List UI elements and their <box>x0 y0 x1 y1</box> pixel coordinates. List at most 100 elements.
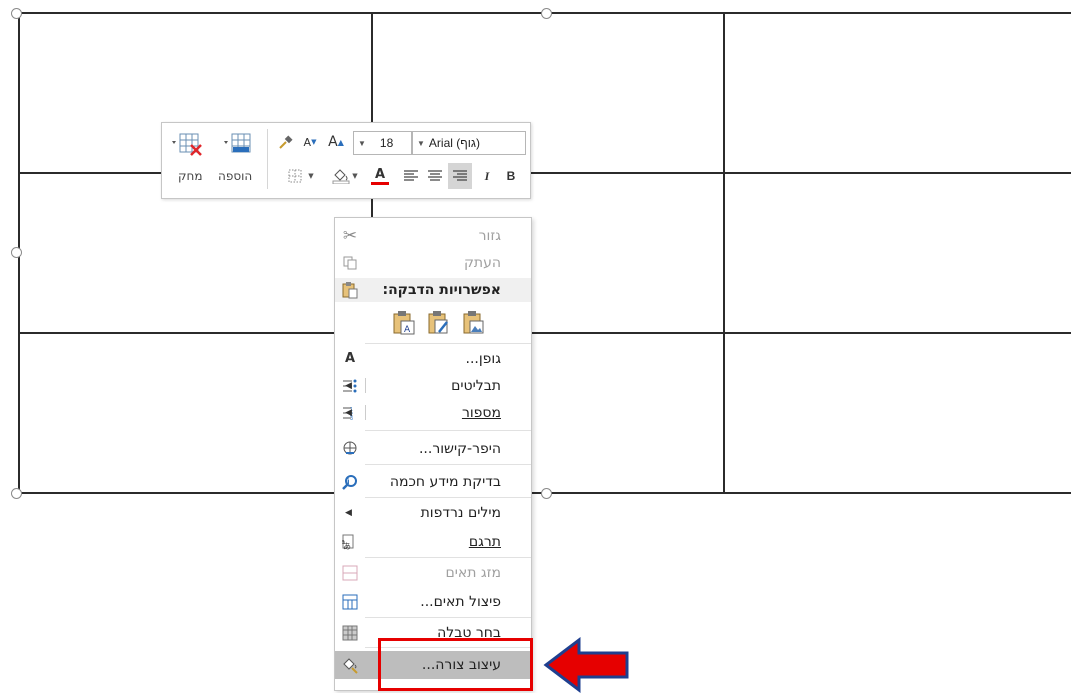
menu-item-synonyms-label: מילים נרדפות <box>420 504 501 521</box>
paste-keep-formatting-icon[interactable] <box>427 310 451 340</box>
mini-toolbar: ▼ Arial (גוף) ▼ 18 A ▲ A ▼ B I A ▼ ▼ הוס… <box>161 122 531 199</box>
format-shape-icon <box>341 656 359 674</box>
paste-keep-text-only-icon[interactable]: A <box>392 310 416 340</box>
insert-table-button[interactable] <box>218 129 258 159</box>
resize-handle-bottom-left[interactable] <box>11 488 22 499</box>
insert-label: הוספה <box>218 169 253 183</box>
resize-handle-top-left[interactable] <box>11 8 22 19</box>
svg-text:i: i <box>347 478 349 486</box>
submenu-arrow-icon: ◀ <box>345 380 352 391</box>
font-color-swatch <box>371 181 389 185</box>
insert-table-icon <box>224 133 251 153</box>
submenu-arrow-icon: ◀ <box>345 407 352 418</box>
format-painter-button[interactable] <box>274 131 298 153</box>
resize-handle-top-middle[interactable] <box>541 8 552 19</box>
table-col-line-2 <box>723 12 725 494</box>
menu-item-cut[interactable]: ✂ גזור <box>335 223 531 248</box>
delete-table-button[interactable] <box>168 129 208 159</box>
menu-item-synonyms[interactable]: מילים נרדפות ◀ <box>335 500 531 525</box>
svg-text:A: A <box>404 325 411 335</box>
borders-button[interactable]: ▼ <box>282 165 320 187</box>
font-size-dropdown-icon[interactable]: ▼ <box>358 139 366 148</box>
hyperlink-globe-icon <box>341 440 359 458</box>
menu-item-copy[interactable]: העתק <box>335 250 531 275</box>
menu-separator <box>365 497 531 498</box>
paint-bucket-icon <box>332 169 350 184</box>
font-name-dropdown-icon[interactable]: ▼ <box>417 139 425 148</box>
translate-icon: aあ <box>341 533 359 551</box>
menu-separator <box>365 464 531 465</box>
copy-icon <box>341 254 359 272</box>
font-size-value: 18 <box>379 136 394 150</box>
grow-font-label: A <box>328 134 338 150</box>
font-size-box[interactable]: ▼ 18 <box>353 131 412 155</box>
slide-table[interactable] <box>0 0 1071 500</box>
menu-item-smart-lookup[interactable]: i בדיקת מידע חכמה <box>335 469 531 494</box>
italic-button[interactable]: I <box>476 165 498 187</box>
menu-item-smart-lookup-label: בדיקת מידע חכמה <box>389 473 501 490</box>
select-table-icon <box>341 624 359 642</box>
smart-lookup-icon: i <box>341 473 359 491</box>
grow-font-button[interactable]: A ▲ <box>322 131 350 153</box>
menu-item-cut-label: גזור <box>478 227 501 244</box>
submenu-separator <box>365 378 366 393</box>
font-letter-icon: A <box>344 351 356 366</box>
paste-options-row: A <box>387 306 507 338</box>
menu-separator <box>365 430 531 431</box>
font-color-label: A <box>374 166 386 182</box>
borders-icon <box>288 169 302 183</box>
shape-fill-dropdown-icon[interactable]: ▼ <box>352 172 357 180</box>
context-menu: ✂ גזור העתק אפשרויות הדבקה: A A גופן... … <box>334 217 532 691</box>
shrink-font-button[interactable]: A ▼ <box>298 131 322 153</box>
borders-dropdown-icon[interactable]: ▼ <box>308 172 313 180</box>
toolbar-separator <box>267 129 268 189</box>
menu-item-numbering[interactable]: 123 מספור ◀ <box>335 400 531 425</box>
menu-item-translate[interactable]: aあ תרגם <box>335 529 531 554</box>
font-name-value: Arial (גוף) <box>428 136 480 150</box>
menu-item-merge-cells[interactable]: מזג תאים <box>335 560 531 585</box>
highlight-box <box>378 638 533 691</box>
menu-item-translate-label: תרגם <box>468 533 501 550</box>
menu-item-copy-label: העתק <box>463 254 501 271</box>
align-left-button[interactable] <box>400 165 422 187</box>
shrink-font-caret-icon: ▼ <box>311 138 317 146</box>
scissors-icon: ✂ <box>342 225 358 246</box>
format-painter-icon <box>279 135 293 149</box>
delete-table-icon <box>172 133 202 156</box>
submenu-separator <box>365 405 366 420</box>
table-row-line-2 <box>18 332 1071 334</box>
grow-font-caret-icon: ▲ <box>337 137 344 147</box>
align-center-button[interactable] <box>424 165 446 187</box>
paste-icon <box>341 281 359 299</box>
align-center-icon <box>428 170 442 181</box>
split-cells-icon <box>341 593 359 611</box>
submenu-arrow-icon: ◀ <box>345 507 352 518</box>
pointer-arrow-icon <box>543 637 629 693</box>
align-right-icon <box>453 170 467 181</box>
bold-button[interactable]: B <box>500 165 522 187</box>
font-name-box[interactable]: ▼ Arial (גוף) <box>412 131 526 155</box>
menu-item-bullets-label: תבליטים <box>451 377 501 394</box>
resize-handle-bottom-middle[interactable] <box>541 488 552 499</box>
bold-label: B <box>506 169 516 183</box>
align-right-button[interactable] <box>448 163 472 189</box>
menu-item-bullets[interactable]: תבליטים ◀ <box>335 373 531 398</box>
resize-handle-middle-left[interactable] <box>11 247 22 258</box>
menu-paste-options-header: אפשרויות הדבקה: <box>335 278 531 302</box>
align-left-icon <box>404 170 418 181</box>
paste-as-picture-icon[interactable] <box>462 310 486 340</box>
menu-separator <box>365 557 531 558</box>
menu-item-font[interactable]: A גופן... <box>335 346 531 371</box>
menu-item-split-cells[interactable]: פיצול תאים... <box>335 589 531 614</box>
shape-fill-button[interactable]: ▼ <box>326 165 364 187</box>
delete-label: מחק <box>178 169 203 183</box>
menu-item-merge-cells-label: מזג תאים <box>445 564 501 581</box>
menu-item-split-cells-label: פיצול תאים... <box>420 593 501 610</box>
shrink-font-label: A <box>303 135 312 149</box>
menu-separator <box>365 343 531 344</box>
menu-item-hyperlink[interactable]: היפר-קישור... <box>335 436 531 461</box>
font-color-button[interactable]: A <box>366 165 394 187</box>
menu-item-numbering-label: מספור <box>461 404 501 421</box>
merge-cells-icon <box>341 564 359 582</box>
menu-separator <box>365 617 531 618</box>
